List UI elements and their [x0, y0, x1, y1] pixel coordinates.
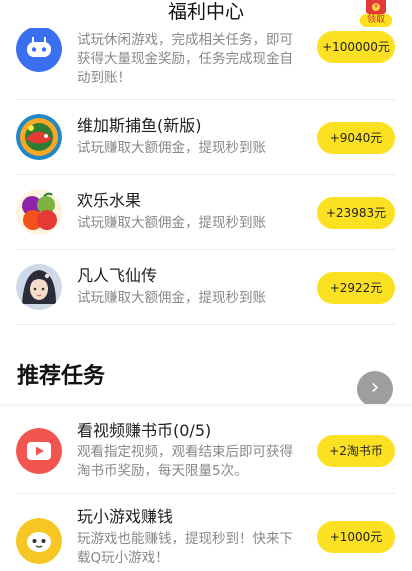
task-desc: 试玩休闲游戏，完成相关任务，即可获得大量现金奖励，任务完成现金自动到账！: [77, 32, 293, 86]
fruit-game-icon: [16, 189, 62, 235]
redpack-button[interactable]: ¥ 领取: [360, 0, 392, 28]
section-title: 推荐任务: [17, 364, 106, 389]
reward-button[interactable]: +2淘书币: [317, 435, 395, 467]
game-controller-icon: [16, 26, 62, 72]
task-item[interactable]: 凡人飞仙传 试玩赚取大额佣金，提现秒到账 +2922元: [0, 250, 412, 325]
section-divider: [0, 404, 412, 407]
task-desc: 试玩赚取大额佣金，提现秒到账: [77, 215, 266, 231]
fairy-game-icon: [16, 264, 62, 310]
mini-game-icon: [16, 518, 62, 564]
video-play-icon: [16, 428, 62, 474]
task-item[interactable]: 欢乐水果 试玩赚取大额佣金，提现秒到账 +23983元: [0, 175, 412, 250]
reward-button[interactable]: +100000元: [317, 31, 395, 63]
task-item[interactable]: 维加斯捕鱼(新版) 试玩赚取大额佣金，提现秒到账 +9040元: [0, 100, 412, 175]
divider: [16, 324, 396, 325]
header-bar: 福利中心 ¥ 领取: [0, 0, 412, 28]
task-desc: 观看指定视频，观看结束后即可获得淘书币奖励，每天限量5次。: [77, 444, 293, 479]
reward-button[interactable]: +9040元: [317, 122, 395, 154]
task-desc: 试玩赚取大额佣金，提现秒到账: [77, 290, 266, 306]
chevron-right-icon[interactable]: ›: [357, 371, 393, 407]
task-title: 凡人飞仙传: [77, 266, 158, 285]
task-title: 欢乐水果: [77, 191, 142, 210]
recommended-item[interactable]: 玩小游戏赚钱 玩游戏也能赚钱，提现秒到！快来下载Q玩小游戏！ +1000元: [0, 494, 412, 571]
coin-icon: ¥: [372, 3, 380, 11]
task-desc: 试玩赚取大额佣金，提现秒到账: [77, 140, 266, 156]
task-title: 看视频赚书币(0/5): [77, 421, 212, 440]
reward-button[interactable]: +2922元: [317, 272, 395, 304]
task-title: 维加斯捕鱼(新版): [77, 116, 202, 135]
recommended-item[interactable]: 看视频赚书币(0/5) 观看指定视频，观看结束后即可获得淘书币奖励，每天限量5次…: [0, 408, 412, 498]
redpack-label: 领取: [360, 14, 392, 27]
reward-button[interactable]: +23983元: [317, 197, 395, 229]
task-desc: 玩游戏也能赚钱，提现秒到！快来下载Q玩小游戏！: [77, 531, 293, 566]
reward-button[interactable]: +1000元: [317, 521, 395, 553]
fishing-game-icon: [16, 114, 62, 160]
page-title: 福利中心: [167, 1, 244, 23]
task-title: 玩小游戏赚钱: [77, 507, 174, 526]
